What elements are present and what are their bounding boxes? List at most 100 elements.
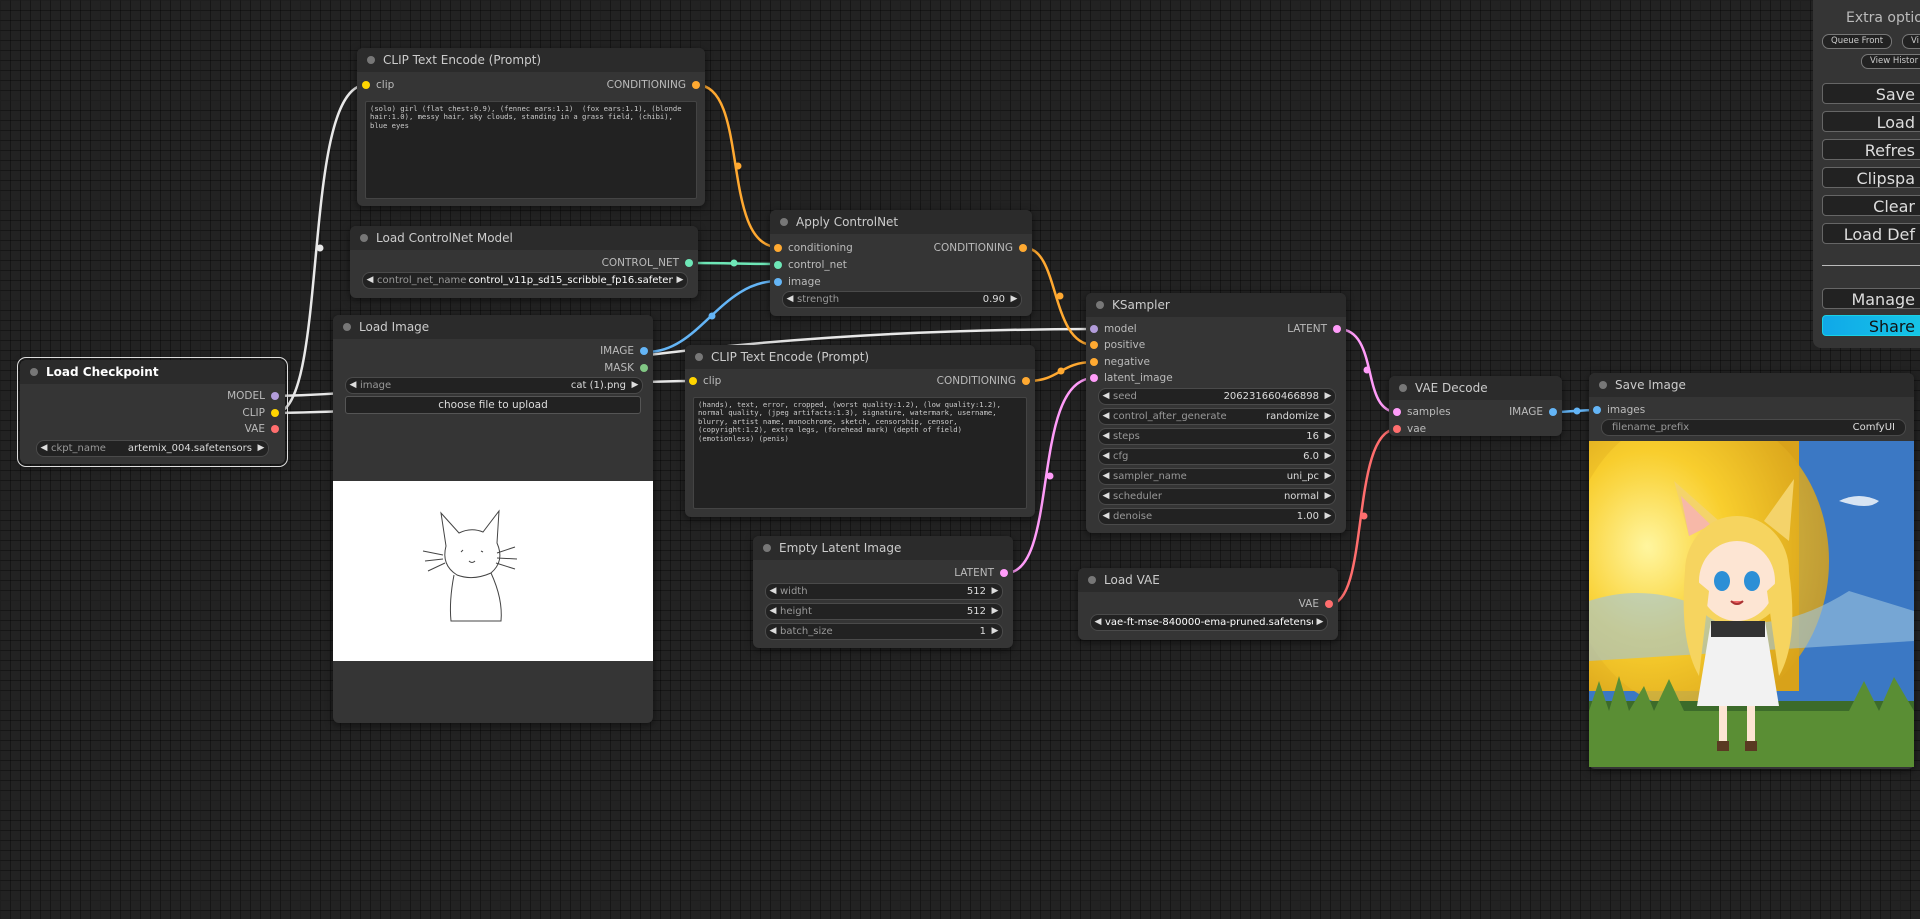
- control-after-generate-combo[interactable]: ◀ control_after_generate randomize ▶: [1098, 408, 1336, 425]
- manager-button[interactable]: Manage: [1822, 288, 1920, 309]
- arrow-right-icon[interactable]: ▶: [1321, 469, 1335, 484]
- sampler-name-combo[interactable]: ◀ sampler_name uni_pc ▶: [1098, 468, 1336, 485]
- slot-dot[interactable]: [1090, 374, 1098, 382]
- node-title[interactable]: CLIP Text Encode (Prompt): [685, 345, 1035, 369]
- arrow-left-icon[interactable]: ◀: [1091, 615, 1105, 630]
- arrow-right-icon[interactable]: ▶: [673, 273, 687, 288]
- arrow-right-icon[interactable]: ▶: [1321, 389, 1335, 404]
- arrow-right-icon[interactable]: ▶: [1321, 489, 1335, 504]
- input-negative[interactable]: negative: [1090, 355, 1150, 369]
- slot-dot[interactable]: [362, 81, 370, 89]
- steps-number[interactable]: ◀ steps 16 ▶: [1098, 428, 1336, 445]
- node-apply-controlnet[interactable]: Apply ControlNet conditioning control_ne…: [770, 210, 1032, 316]
- node-vae-decode[interactable]: VAE Decode samples vae IMAGE: [1389, 376, 1562, 436]
- arrow-right-icon[interactable]: ▶: [1007, 292, 1021, 307]
- arrow-left-icon[interactable]: ◀: [37, 441, 51, 456]
- output-mask[interactable]: MASK: [604, 361, 648, 375]
- slot-dot[interactable]: [1090, 341, 1098, 349]
- control-net-name-combo[interactable]: ◀ control_net_name control_v11p_sd15_scr…: [362, 272, 688, 289]
- output-control-net[interactable]: CONTROL_NET: [602, 256, 693, 270]
- slot-dot[interactable]: [1019, 244, 1027, 252]
- share-button[interactable]: Share: [1822, 315, 1920, 336]
- slot-dot[interactable]: [1393, 408, 1401, 416]
- arrow-right-icon[interactable]: ▶: [1321, 409, 1335, 424]
- slot-dot[interactable]: [685, 259, 693, 267]
- strength-slider[interactable]: ◀ strength 0.90 ▶: [782, 291, 1022, 308]
- seed-number[interactable]: ◀ seed 206231660466898 ▶: [1098, 388, 1336, 405]
- slot-dot[interactable]: [1022, 377, 1030, 385]
- slot-dot[interactable]: [640, 347, 648, 355]
- input-image[interactable]: image: [774, 275, 821, 289]
- image-combo[interactable]: ◀ image cat (1).png ▶: [345, 377, 643, 394]
- node-title[interactable]: Load Checkpoint: [20, 360, 285, 384]
- arrow-left-icon[interactable]: ◀: [1099, 389, 1113, 404]
- node-title[interactable]: Load Image: [333, 315, 653, 339]
- slot-dot[interactable]: [640, 364, 648, 372]
- output-image[interactable]: IMAGE: [600, 344, 648, 358]
- arrow-right-icon[interactable]: ▶: [1321, 509, 1335, 524]
- arrow-right-icon[interactable]: ▶: [1313, 615, 1327, 630]
- arrow-left-icon[interactable]: ◀: [1099, 429, 1113, 444]
- refresh-button[interactable]: Refres: [1822, 139, 1920, 160]
- slot-dot[interactable]: [1333, 325, 1341, 333]
- arrow-left-icon[interactable]: ◀: [1099, 489, 1113, 504]
- arrow-right-icon[interactable]: ▶: [628, 378, 642, 393]
- negative-prompt-textarea[interactable]: (hands), text, error, cropped, (worst qu…: [693, 397, 1027, 509]
- input-control-net[interactable]: control_net: [774, 258, 847, 272]
- output-conditioning[interactable]: CONDITIONING: [934, 241, 1027, 255]
- arrow-left-icon[interactable]: ◀: [1099, 409, 1113, 424]
- slot-dot[interactable]: [1090, 358, 1098, 366]
- output-vae[interactable]: VAE: [1299, 597, 1333, 611]
- input-clip[interactable]: clip: [689, 374, 721, 388]
- cfg-number[interactable]: ◀ cfg 6.0 ▶: [1098, 448, 1336, 465]
- save-button[interactable]: Save: [1822, 83, 1920, 104]
- slot-dot[interactable]: [692, 81, 700, 89]
- arrow-left-icon[interactable]: ◀: [1099, 509, 1113, 524]
- input-clip[interactable]: clip: [362, 78, 394, 92]
- prompt-textarea[interactable]: (solo) girl (flat chest:0.9), (fennec ea…: [365, 101, 697, 199]
- node-title[interactable]: CLIP Text Encode (Prompt): [357, 48, 705, 72]
- node-title[interactable]: VAE Decode: [1389, 376, 1562, 400]
- input-positive[interactable]: positive: [1090, 338, 1145, 352]
- slot-dot[interactable]: [1325, 600, 1333, 608]
- output-conditioning[interactable]: CONDITIONING: [607, 78, 700, 92]
- scheduler-combo[interactable]: ◀ scheduler normal ▶: [1098, 488, 1336, 505]
- input-latent-image[interactable]: latent_image: [1090, 371, 1173, 385]
- slot-dot[interactable]: [1000, 569, 1008, 577]
- input-images[interactable]: images: [1593, 403, 1645, 417]
- arrow-right-icon[interactable]: ▶: [1321, 449, 1335, 464]
- node-load-image[interactable]: Load Image IMAGE MASK ◀ image cat (1).pn…: [333, 315, 653, 723]
- slot-dot[interactable]: [774, 278, 782, 286]
- output-latent[interactable]: LATENT: [954, 566, 1008, 580]
- node-title[interactable]: KSampler: [1086, 293, 1346, 317]
- arrow-left-icon[interactable]: ◀: [363, 273, 377, 288]
- input-model[interactable]: model: [1090, 322, 1137, 336]
- output-image[interactable]: IMAGE: [1509, 405, 1557, 419]
- filename-prefix-text[interactable]: filename_prefix ComfyUI: [1601, 419, 1906, 436]
- arrow-right-icon[interactable]: ▶: [988, 604, 1002, 619]
- slot-dot[interactable]: [1549, 408, 1557, 416]
- arrow-right-icon[interactable]: ▶: [988, 624, 1002, 639]
- load-default-button[interactable]: Load Def: [1822, 223, 1920, 244]
- node-load-checkpoint[interactable]: Load Checkpoint MODEL CLIP VAE ◀ ckpt_na…: [17, 357, 288, 467]
- height-number[interactable]: ◀ height 512 ▶: [765, 603, 1003, 620]
- ckpt-name-combo[interactable]: ◀ ckpt_name artemix_004.safetensors ▶: [36, 440, 269, 457]
- arrow-left-icon[interactable]: ◀: [766, 584, 780, 599]
- load-button[interactable]: Load: [1822, 111, 1920, 132]
- node-title[interactable]: Load VAE: [1078, 568, 1338, 592]
- input-samples[interactable]: samples: [1393, 405, 1451, 419]
- node-ksampler[interactable]: KSampler model positive negative latent_…: [1086, 293, 1346, 533]
- node-title[interactable]: Apply ControlNet: [770, 210, 1032, 234]
- slot-dot[interactable]: [1593, 406, 1601, 414]
- node-empty-latent-image[interactable]: Empty Latent Image LATENT ◀ width 512 ▶ …: [753, 536, 1013, 648]
- node-title[interactable]: Load ControlNet Model: [350, 226, 698, 250]
- slot-dot[interactable]: [271, 425, 279, 433]
- denoise-number[interactable]: ◀ denoise 1.00 ▶: [1098, 508, 1336, 525]
- arrow-left-icon[interactable]: ◀: [346, 378, 360, 393]
- slot-dot[interactable]: [271, 409, 279, 417]
- output-vae[interactable]: VAE: [245, 422, 279, 436]
- output-model[interactable]: MODEL: [227, 389, 279, 403]
- choose-file-button[interactable]: choose file to upload: [345, 396, 641, 414]
- arrow-left-icon[interactable]: ◀: [1099, 449, 1113, 464]
- vae-name-combo[interactable]: ◀ vae_name vae-ft-mse-840000-ema-pruned.…: [1090, 614, 1328, 631]
